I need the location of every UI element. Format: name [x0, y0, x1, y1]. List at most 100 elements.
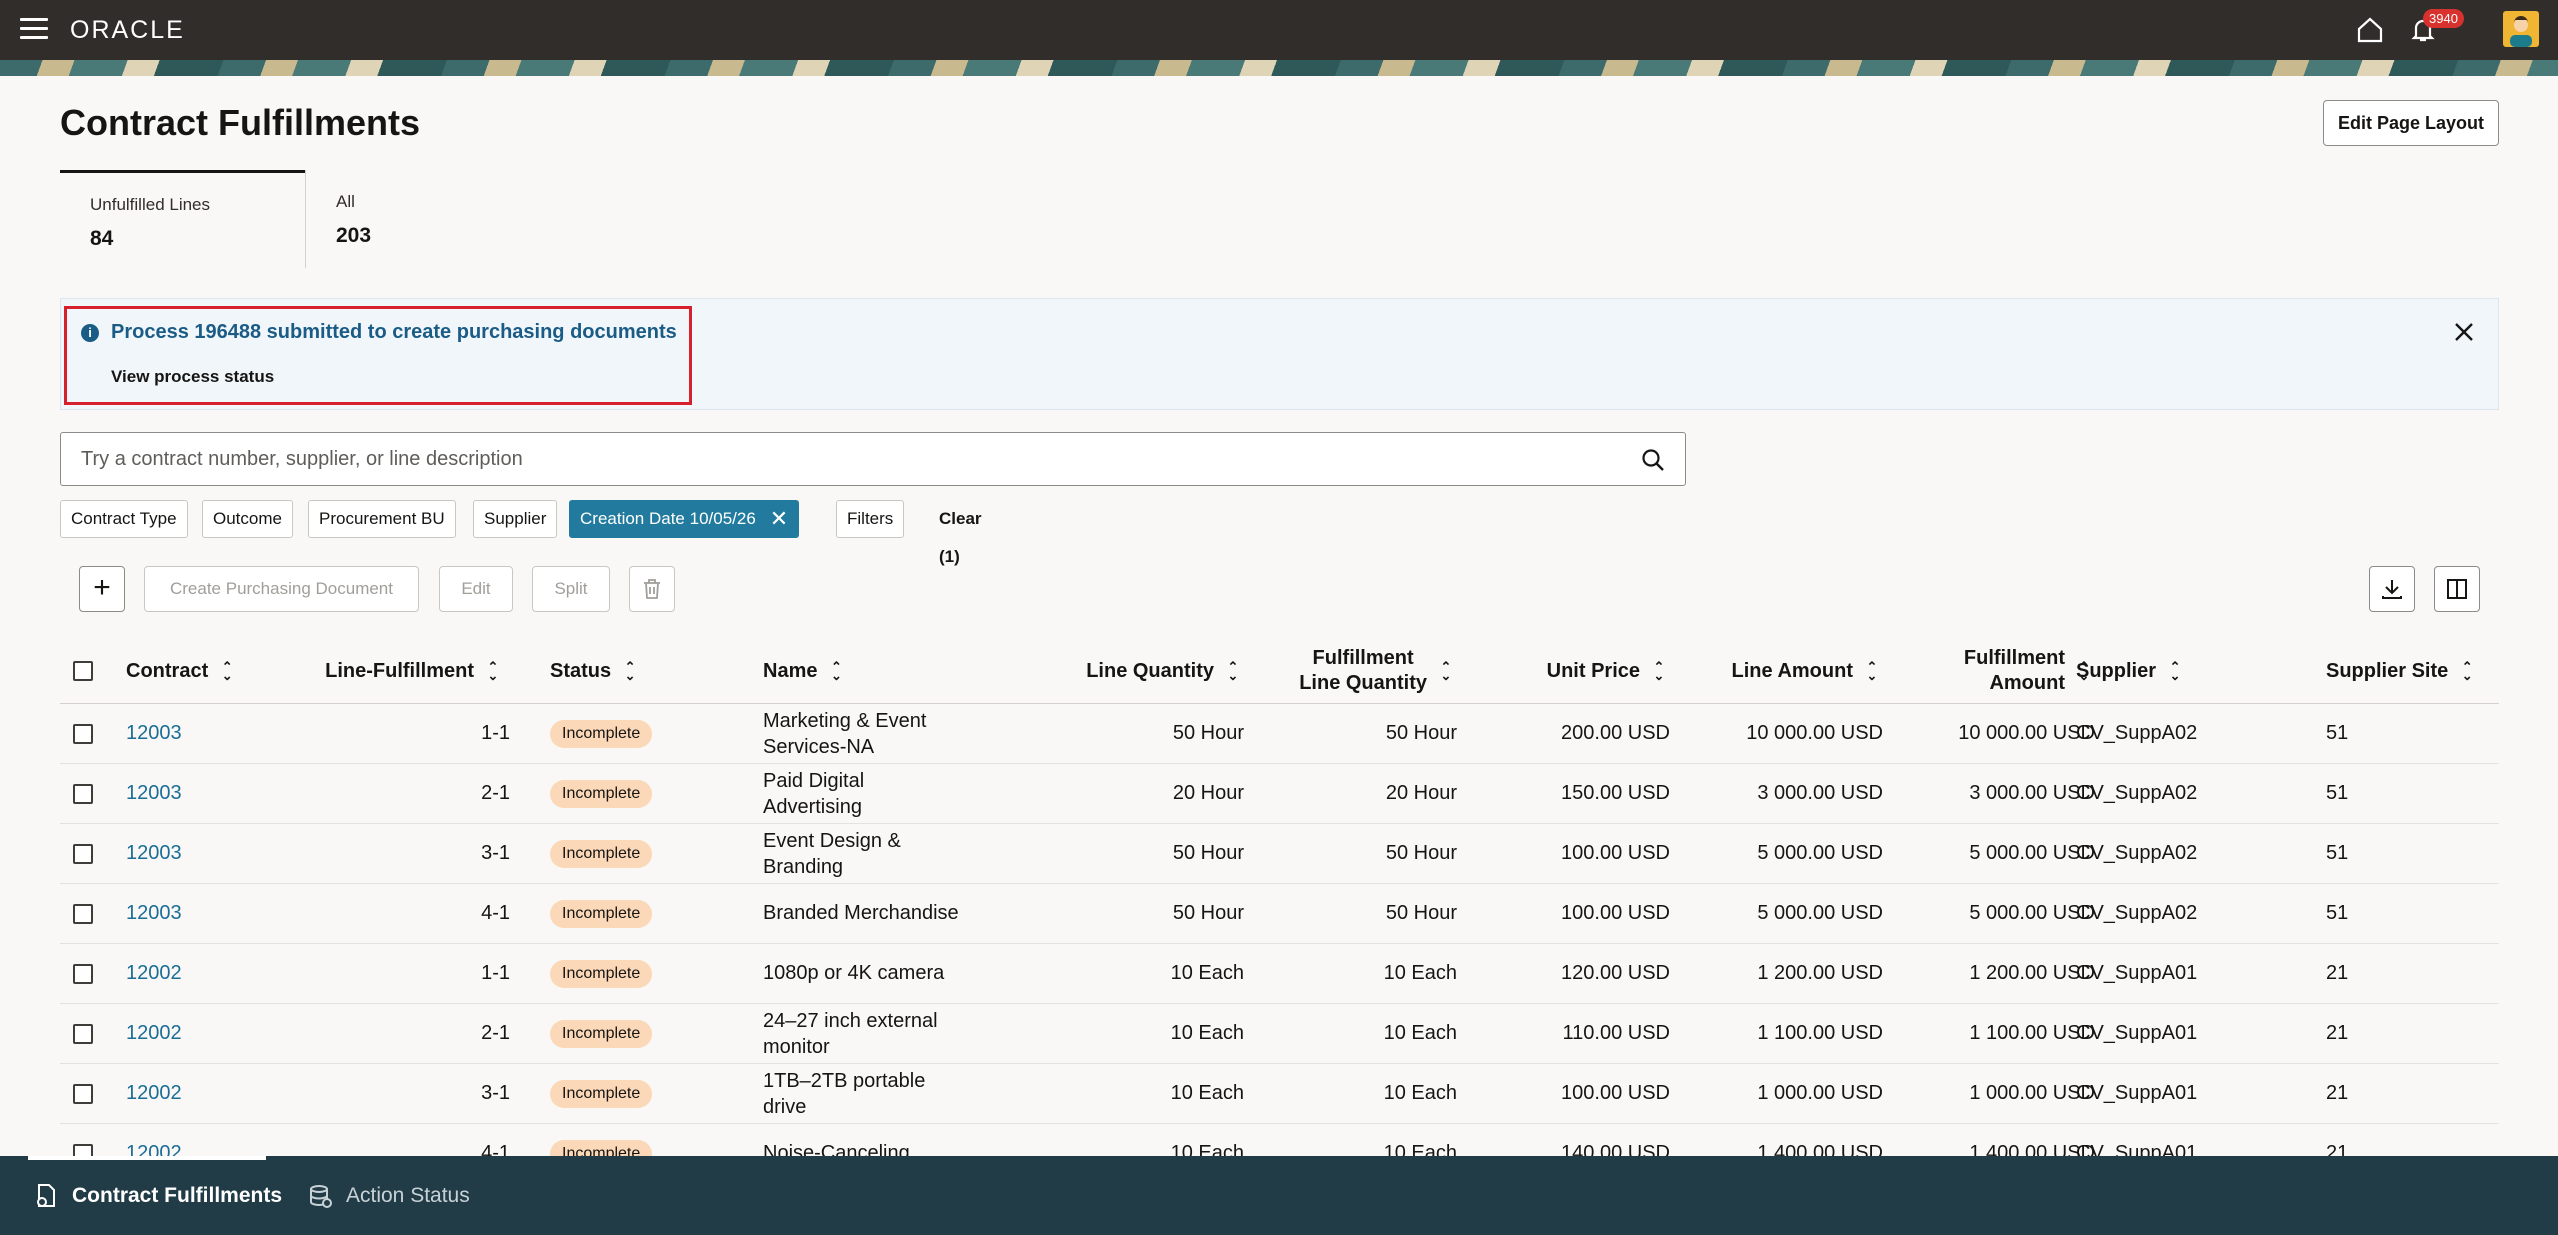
edit-page-layout-button[interactable]: Edit Page Layout	[2323, 100, 2499, 146]
row-checkbox-cell	[73, 884, 93, 943]
supplier-site-cell: 51	[2326, 782, 2349, 804]
columns-icon	[2447, 579, 2467, 599]
home-icon[interactable]	[2355, 15, 2385, 45]
row-checkbox[interactable]	[73, 723, 93, 744]
create-purchasing-document-button[interactable]: Create Purchasing Document	[144, 566, 419, 612]
filter-outcome[interactable]: Outcome	[202, 500, 293, 538]
filters-button[interactable]: Filters	[836, 500, 905, 538]
process-message-banner: i Process 196488 submitted to create pur…	[60, 298, 2499, 410]
status-cell: Incomplete	[550, 884, 653, 943]
status-cell: Incomplete	[550, 764, 653, 823]
view-process-status-link[interactable]: View process status	[111, 367, 274, 387]
fulfillment-amount-cell: 1 100.00 USD	[1969, 1022, 2095, 1044]
remove-filter-icon[interactable]: ✕	[770, 501, 788, 537]
filter-procurement-bu[interactable]: Procurement BU	[308, 500, 456, 538]
line-fulfillment-cell: 1-1	[481, 962, 510, 984]
name-cell: Branded Merchandise	[763, 902, 959, 924]
column-supplier-site[interactable]: Supplier Site ⌃ ⌄	[2326, 638, 2474, 704]
row-checkbox-cell	[73, 764, 93, 823]
sort-icon[interactable]: ⌃ ⌄	[829, 660, 843, 682]
supplier-site-cell: 51	[2326, 842, 2349, 864]
edit-button[interactable]: Edit	[439, 566, 513, 612]
sort-icon[interactable]: ⌃ ⌄	[220, 660, 234, 682]
fulfillment-amount-cell: 10 000.00 USD	[1958, 722, 2095, 744]
contract-link[interactable]: 12002	[126, 1004, 182, 1063]
contract-link[interactable]: 12002	[126, 944, 182, 1003]
oracle-logo[interactable]: ORACLE	[70, 16, 185, 45]
table-row[interactable]: 12002 3-1 Incomplete 1TB–2TB portable drive 1…	[60, 1064, 2499, 1124]
supplier-site-cell: 51	[2326, 722, 2349, 744]
table-row[interactable]: 12002 1-1 Incomplete 1080p or 4K camera 10 E…	[60, 944, 2499, 1004]
tile-count: 84	[90, 227, 114, 250]
table-row[interactable]: 12002 2-1 Incomplete 24–27 inch external mon…	[60, 1004, 2499, 1064]
name-cell: Marketing & Event Services-NA	[763, 709, 927, 758]
column-name[interactable]: Name ⌃ ⌄	[763, 638, 843, 704]
supplier-site-cell: 21	[2326, 962, 2349, 984]
nav-action-status[interactable]: Action Status	[306, 1180, 470, 1212]
row-checkbox[interactable]	[73, 783, 93, 804]
clear-filters-button[interactable]: Clear (1)	[939, 500, 982, 566]
sort-icon[interactable]: ⌃ ⌄	[623, 660, 637, 682]
close-icon[interactable]	[2451, 319, 2477, 345]
filter-creation-date[interactable]: Creation Date 10/05/26 ✕	[569, 500, 800, 538]
fulfillment-amount-cell: 5 000.00 USD	[1969, 842, 2095, 864]
row-checkbox[interactable]	[73, 903, 93, 924]
supplier-cell: CV_SuppA01	[2076, 1022, 2198, 1044]
column-supplier[interactable]: Supplier ⌃ ⌄	[2076, 638, 2182, 704]
supplier-site-cell: 21	[2326, 1022, 2349, 1044]
contract-link[interactable]: 12003	[126, 764, 182, 823]
contract-link[interactable]: 12002	[126, 1064, 182, 1123]
contract-link[interactable]: 12003	[126, 884, 182, 943]
sort-icon[interactable]: ⌃ ⌄	[2460, 660, 2474, 682]
line-quantity-cell: 10 Each	[1170, 1082, 1244, 1104]
menu-icon[interactable]	[20, 18, 48, 42]
contract-link[interactable]: 12003	[126, 704, 182, 763]
status-badge: Incomplete	[550, 959, 653, 988]
search-bar	[60, 432, 1686, 486]
line-fulfillment-cell: 3-1	[481, 842, 510, 864]
table-row[interactable]: 12003 1-1 Incomplete Marketing & Event Servi…	[60, 704, 2499, 764]
filter-contract-type[interactable]: Contract Type	[60, 500, 188, 538]
line-quantity-cell: 10 Each	[1170, 962, 1244, 984]
delete-button[interactable]	[629, 566, 675, 612]
row-checkbox[interactable]	[73, 843, 93, 864]
database-icon	[310, 1185, 332, 1208]
select-all-checkbox-cell	[73, 638, 93, 704]
table-row[interactable]: 12003 2-1 Incomplete Paid Digital Advertisin…	[60, 764, 2499, 824]
supplier-cell: CV_SuppA02	[2076, 722, 2198, 744]
column-fulfillment-amount[interactable]: Fulfillment Amount ⌃ ⌄	[1780, 638, 2091, 704]
column-line-fulfillment[interactable]: Line-Fulfillment ⌃ ⌄	[260, 638, 500, 704]
sort-icon[interactable]: ⌃ ⌄	[2168, 660, 2182, 682]
contract-link[interactable]: 12003	[126, 824, 182, 883]
nav-contract-fulfillments[interactable]: Contract Fulfillments	[32, 1180, 282, 1212]
row-checkbox[interactable]	[73, 1083, 93, 1104]
split-button[interactable]: Split	[532, 566, 610, 612]
row-checkbox[interactable]	[73, 1023, 93, 1044]
filter-creation-date-label: Creation Date 10/05/26	[580, 509, 756, 528]
user-avatar[interactable]	[2503, 11, 2539, 47]
add-button[interactable]: +	[79, 566, 125, 612]
table-row[interactable]: 12003 3-1 Incomplete Event Design & Branding…	[60, 824, 2499, 884]
column-line-quantity[interactable]: Line Quantity ⌃ ⌄	[960, 638, 1240, 704]
line-fulfillment-cell: 2-1	[481, 782, 510, 804]
row-checkbox[interactable]	[73, 963, 93, 984]
status-badge: Incomplete	[550, 719, 653, 748]
line-fulfillment-cell: 2-1	[481, 1022, 510, 1044]
filter-supplier[interactable]: Supplier	[473, 500, 558, 538]
table-body: 12003 1-1 Incomplete Marketing & Event Servi…	[60, 704, 2499, 1184]
status-cell: Incomplete	[550, 1004, 653, 1063]
sort-icon[interactable]: ⌃ ⌄	[486, 660, 500, 682]
column-status[interactable]: Status ⌃ ⌄	[550, 638, 637, 704]
columns-button[interactable]	[2434, 566, 2480, 612]
download-button[interactable]	[2369, 566, 2415, 612]
table-row[interactable]: 12003 4-1 Incomplete Branded Merchandise 50 …	[60, 884, 2499, 944]
line-fulfillment-cell: 1-1	[481, 722, 510, 744]
search-input[interactable]	[81, 445, 1621, 473]
status-badge: Incomplete	[550, 779, 653, 808]
row-checkbox-cell	[73, 824, 93, 883]
tile-unfulfilled-lines[interactable]: Unfulfilled Lines 84	[60, 170, 305, 268]
tile-all[interactable]: All 203	[305, 170, 505, 268]
search-icon[interactable]	[1639, 446, 1667, 474]
column-contract[interactable]: Contract ⌃ ⌄	[126, 638, 234, 704]
select-all-checkbox[interactable]	[73, 661, 93, 681]
